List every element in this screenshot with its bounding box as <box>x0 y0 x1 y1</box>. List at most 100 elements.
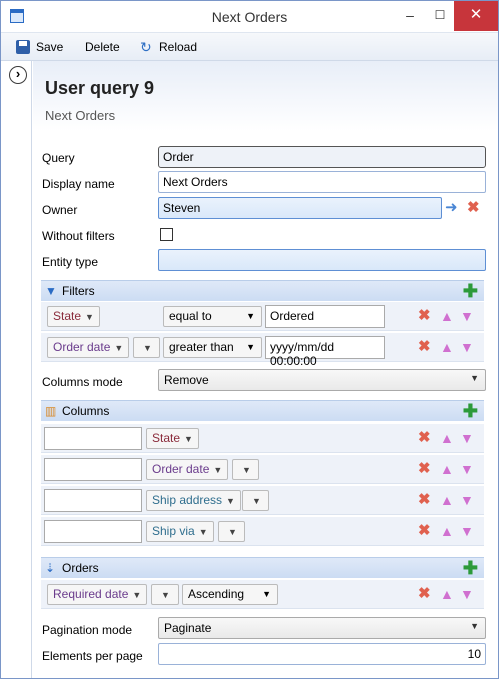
column-token[interactable]: Ship address ▼ <box>146 490 241 511</box>
move-down-icon[interactable]: ▼ <box>460 460 474 478</box>
remove-icon[interactable]: ✖ <box>418 460 431 478</box>
filter-row: State ▼ equal to ▼ Ordered ✖ ▲ ▼ <box>41 302 484 331</box>
sort-icon: ⇣ <box>45 561 56 575</box>
owner-label: Owner <box>42 203 78 217</box>
minimize-button[interactable]: ‒ <box>395 1 425 31</box>
filter-icon: ▼ <box>45 284 57 298</box>
move-down-icon[interactable]: ▼ <box>460 585 474 603</box>
expand-chevron-icon[interactable]: › <box>9 66 27 84</box>
view-arrow-icon[interactable]: ➜ <box>445 198 458 216</box>
close-button[interactable]: ✕ <box>454 1 498 31</box>
order-direction[interactable]: Ascending ▼ <box>182 584 278 605</box>
orders-title: Orders <box>62 561 99 575</box>
display-name-input[interactable]: Next Orders <box>158 171 486 193</box>
filter-token[interactable]: State ▼ <box>47 306 100 327</box>
toolbar: Save Delete ↻ Reload <box>1 33 498 61</box>
column-row-actions: ✖ ▲ ▼ <box>418 429 476 447</box>
filters-section-header: ▼ Filters ✚ <box>41 280 484 301</box>
filter-value-input[interactable]: yyyy/mm/dd 00:00:00 <box>265 336 385 368</box>
reload-icon: ↻ <box>140 39 152 55</box>
save-button[interactable]: Save <box>36 39 63 55</box>
column-token[interactable]: Order date ▼ <box>146 459 229 480</box>
filter-value-input[interactable]: Ordered <box>265 305 385 328</box>
remove-icon[interactable]: ✖ <box>418 585 431 603</box>
side-panel: › <box>1 61 32 678</box>
filter-token[interactable]: Order date ▼ <box>47 337 130 358</box>
column-row: State ▼ ✖ ▲ ▼ <box>41 424 484 453</box>
move-up-icon[interactable]: ▲ <box>440 585 454 603</box>
move-up-icon[interactable]: ▲ <box>440 338 454 356</box>
order-row: Required date ▼ ▼ Ascending ▼ ✖ ▲ ▼ <box>41 580 484 609</box>
columns-mode-label: Columns mode <box>42 375 123 389</box>
reload-button[interactable]: Reload <box>159 39 197 55</box>
entity-type-label: Entity type <box>42 255 99 269</box>
subtoken-dropdown[interactable]: ▼ <box>242 490 269 511</box>
filter-operation[interactable]: equal to ▼ <box>163 306 262 327</box>
pagination-mode-select[interactable]: Paginate ▼ <box>158 617 486 639</box>
columns-section-header: ▥ Columns ✚ <box>41 400 484 421</box>
remove-icon[interactable]: ✖ <box>418 338 431 356</box>
move-down-icon[interactable]: ▼ <box>460 522 474 540</box>
remove-icon[interactable]: ✖ <box>418 491 431 509</box>
elements-per-page-input[interactable]: 10 <box>158 643 486 665</box>
column-row-actions: ✖ ▲ ▼ <box>418 491 476 509</box>
subtoken-dropdown[interactable]: ▼ <box>218 521 245 542</box>
filter-row-actions: ✖ ▲ ▼ <box>418 307 476 325</box>
pagination-mode-label: Pagination mode <box>42 623 133 637</box>
columns-mode-select[interactable]: Remove ▼ <box>158 369 486 391</box>
window: Next Orders ‒ ☐ ✕ Save Delete ↻ Reload ›… <box>0 0 499 679</box>
main-content: User query 9 Next Orders Query Order Dis… <box>33 61 498 678</box>
column-display-input[interactable] <box>44 489 142 512</box>
filter-row-actions: ✖ ▲ ▼ <box>418 338 476 356</box>
columns-title: Columns <box>62 404 110 418</box>
elements-per-page-label: Elements per page <box>42 649 143 663</box>
move-up-icon[interactable]: ▲ <box>440 491 454 509</box>
remove-icon[interactable]: ✖ <box>418 429 431 447</box>
move-down-icon[interactable]: ▼ <box>460 491 474 509</box>
query-field[interactable]: Order <box>158 146 486 168</box>
remove-icon[interactable]: ✖ <box>418 307 431 325</box>
order-token[interactable]: Required date ▼ <box>47 584 148 605</box>
column-row: Order date ▼ ▼ ✖ ▲ ▼ <box>41 455 484 484</box>
add-filter-icon[interactable]: ✚ <box>463 282 478 300</box>
without-filters-checkbox[interactable] <box>160 228 173 241</box>
filter-operation[interactable]: greater than ▼ <box>163 337 262 358</box>
entity-title: User query 9 <box>45 78 155 98</box>
title-bar: Next Orders ‒ ☐ ✕ <box>1 1 498 33</box>
subtoken-dropdown[interactable]: ▼ <box>232 459 259 480</box>
entity-type-field[interactable] <box>158 249 486 271</box>
column-row: Ship via ▼ ▼ ✖ ▲ ▼ <box>41 517 484 546</box>
columns-icon: ▥ <box>45 404 57 418</box>
column-row: Ship address ▼ ▼ ✖ ▲ ▼ <box>41 486 484 515</box>
column-token[interactable]: Ship via ▼ <box>146 521 214 542</box>
move-down-icon[interactable]: ▼ <box>460 338 474 356</box>
entity-subtitle: Next Orders <box>45 108 116 123</box>
move-down-icon[interactable]: ▼ <box>460 307 474 325</box>
column-row-actions: ✖ ▲ ▼ <box>418 460 476 478</box>
order-row-actions: ✖ ▲ ▼ <box>418 585 476 603</box>
query-label: Query <box>42 151 75 165</box>
filter-row: Order date ▼ ▼ greater than ▼ yyyy/mm/dd 0… <box>41 333 484 368</box>
orders-section-header: ⇣ Orders ✚ <box>41 557 484 578</box>
move-up-icon[interactable]: ▲ <box>440 522 454 540</box>
delete-button[interactable]: Delete <box>85 39 120 55</box>
column-display-input[interactable] <box>44 520 142 543</box>
move-up-icon[interactable]: ▲ <box>440 460 454 478</box>
remove-icon[interactable]: ✖ <box>418 522 431 540</box>
without-filters-label: Without filters <box>42 229 115 243</box>
subtoken-dropdown[interactable]: ▼ <box>133 337 160 358</box>
filters-title: Filters <box>62 284 95 298</box>
move-up-icon[interactable]: ▲ <box>440 429 454 447</box>
maximize-button[interactable]: ☐ <box>425 1 455 31</box>
column-token[interactable]: State ▼ <box>146 428 199 449</box>
add-column-icon[interactable]: ✚ <box>463 402 478 420</box>
move-down-icon[interactable]: ▼ <box>460 429 474 447</box>
column-display-input[interactable] <box>44 458 142 481</box>
remove-owner-icon[interactable]: ✖ <box>467 198 480 216</box>
column-row-actions: ✖ ▲ ▼ <box>418 522 476 540</box>
column-display-input[interactable] <box>44 427 142 450</box>
owner-field[interactable]: Steven <box>158 197 442 219</box>
add-order-icon[interactable]: ✚ <box>463 559 478 577</box>
subtoken-dropdown[interactable]: ▼ <box>151 584 179 605</box>
move-up-icon[interactable]: ▲ <box>440 307 454 325</box>
